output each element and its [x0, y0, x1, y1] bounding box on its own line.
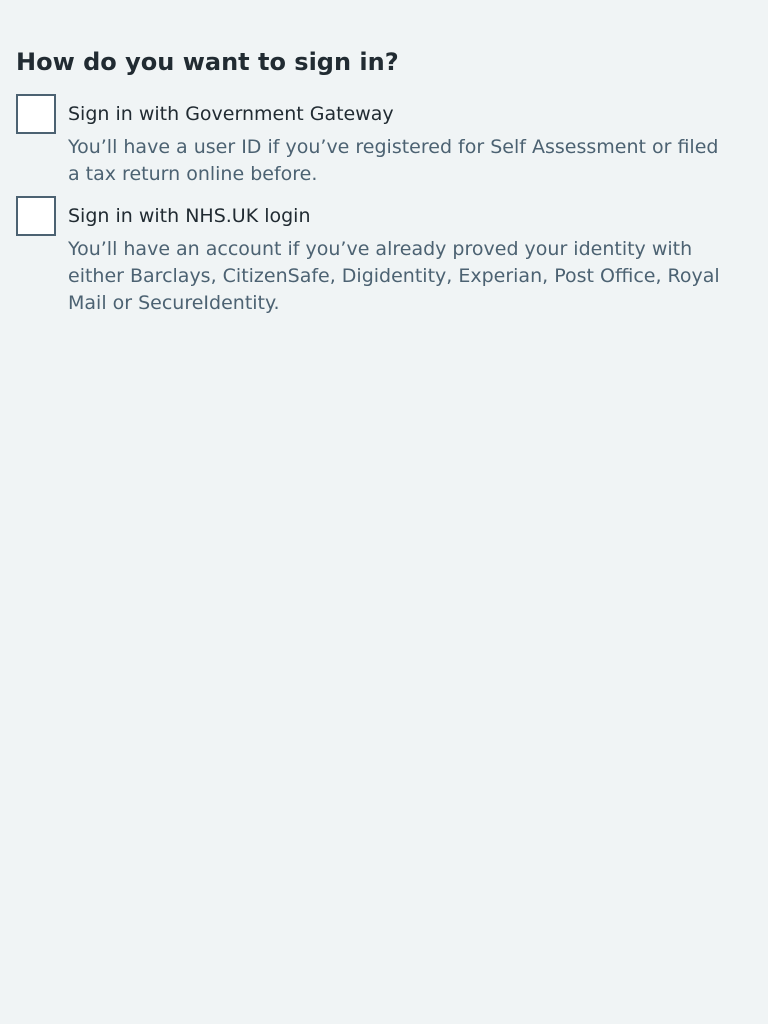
option-government-gateway[interactable]: Sign in with Government Gateway You’ll h… — [16, 94, 752, 188]
government-gateway-checkbox[interactable] — [16, 94, 56, 134]
option-body: Sign in with Government Gateway You’ll h… — [56, 94, 732, 188]
option-body: Sign in with NHS.UK login You’ll have an… — [56, 196, 732, 317]
nhs-login-hint: You’ll have an account if you’ve already… — [68, 238, 720, 314]
government-gateway-hint: You’ll have a user ID if you’ve register… — [68, 136, 719, 185]
nhs-login-label[interactable]: Sign in with NHS.UK login — [68, 203, 732, 229]
government-gateway-label[interactable]: Sign in with Government Gateway — [68, 101, 732, 127]
nhs-login-checkbox[interactable] — [16, 196, 56, 236]
sign-in-form: How do you want to sign in? Sign in with… — [0, 0, 768, 317]
option-nhs-login[interactable]: Sign in with NHS.UK login You’ll have an… — [16, 196, 752, 317]
page-title: How do you want to sign in? — [16, 48, 399, 76]
